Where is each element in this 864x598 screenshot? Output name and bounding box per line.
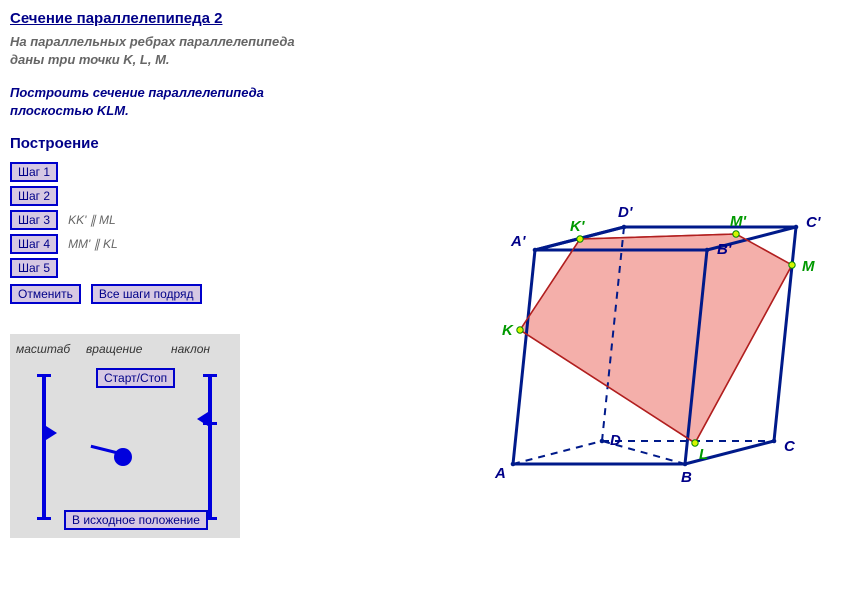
step-1-button[interactable]: Шаг 1 [10,162,58,182]
vertex-label-A: A [494,465,506,482]
vertex-label-Dp: D' [618,204,633,221]
construction-header: Построение [10,135,854,152]
step-3-button[interactable]: Шаг 3 [10,210,58,230]
rotation-label: вращение [86,342,171,356]
edge-A-Ap [513,250,535,464]
vertex-label-D: D [610,432,621,449]
vertex-L [692,440,698,446]
task-line2: плоскостью KLM. [10,102,854,120]
desc-line1: На параллельных ребрах параллелепипеда [10,33,854,51]
vertex-Kp [577,236,583,242]
desc-line2: даны три точки K, L, M. [10,51,854,69]
rotation-dial[interactable] [114,448,132,466]
vertex-B [683,462,688,467]
start-stop-button[interactable]: Старт/Стоп [96,368,175,388]
vertex-D [600,439,605,444]
vertex-label-L: L [699,446,708,463]
vertex-label-Bp: B' [717,241,732,258]
vertex-Dp [622,225,627,230]
vertex-A [511,462,516,467]
vertex-label-Ap: A' [510,233,526,250]
problem-task: Построить сечение параллелепипеда плоско… [10,84,854,119]
all-steps-button[interactable]: Все шаги подряд [91,284,202,304]
vertex-K [517,327,523,333]
vertex-Bp [705,248,710,253]
step-5-button[interactable]: Шаг 5 [10,258,58,278]
scale-slider-thumb[interactable] [46,426,57,440]
vertex-label-B: B [681,469,692,486]
vertex-M [789,262,795,268]
vertex-Cp [794,225,799,230]
geometry-viewport[interactable]: A B C D A' B' C' D' K L M K' M' [440,160,850,540]
vertex-Mp [733,231,739,237]
undo-button[interactable]: Отменить [10,284,81,304]
problem-description: На параллельных ребрах параллелепипеда д… [10,33,854,68]
step-3-note: KK' ∥ ML [68,213,116,227]
scale-slider[interactable] [42,374,46,520]
vertex-Ap [533,248,538,253]
vertex-label-K: K [502,322,514,339]
controls-panel: масштаб вращение наклон Старт/Стоп В исх… [10,334,240,538]
step-2-button[interactable]: Шаг 2 [10,186,58,206]
vertex-label-Cp: C' [806,214,821,231]
vertex-label-C: C [784,438,796,455]
tilt-label: наклон [171,342,226,356]
vertex-label-Mp: M' [730,213,746,230]
scale-label: масштаб [16,342,86,356]
vertex-label-Kp: K' [570,218,585,235]
tilt-slider-thumb[interactable] [197,412,208,426]
tilt-slider[interactable] [208,374,212,520]
step-4-button[interactable]: Шаг 4 [10,234,58,254]
page-title: Сечение параллелепипеда 2 [10,10,854,27]
vertex-label-M: M [802,258,815,275]
vertex-C [772,439,777,444]
step-4-note: MM' ∥ KL [68,237,118,251]
reset-button[interactable]: В исходное положение [64,510,208,530]
task-line1: Построить сечение параллелепипеда [10,84,854,102]
edge-A-D [513,441,602,464]
